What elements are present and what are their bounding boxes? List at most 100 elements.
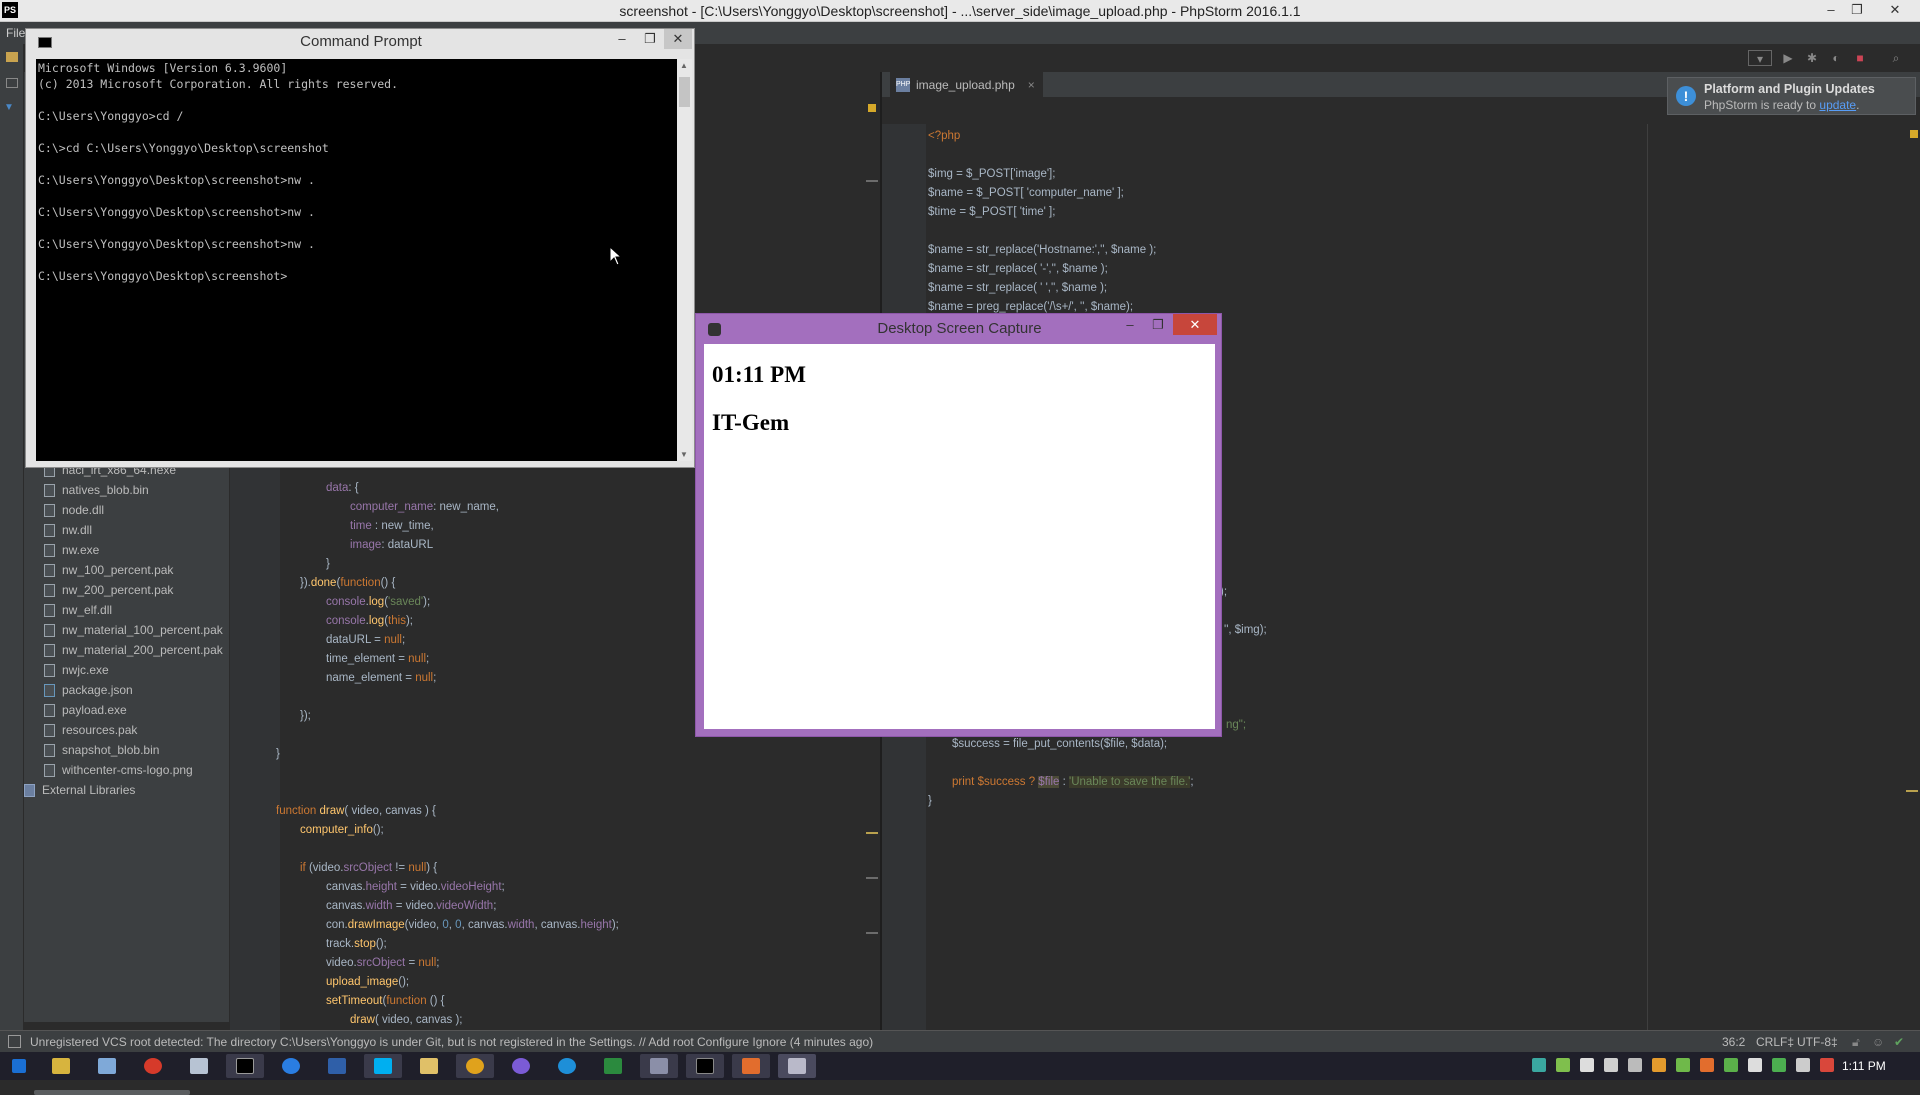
hector-icon[interactable]: ☺︎ <box>1872 1035 1884 1049</box>
marker[interactable] <box>866 877 878 879</box>
capture-maximize-button[interactable]: ❐ <box>1144 314 1172 335</box>
coverage-icon[interactable]: ◐ <box>1828 50 1844 66</box>
taskbar-app[interactable] <box>364 1054 402 1078</box>
update-notification[interactable]: ! Platform and Plugin Updates PhpStorm i… <box>1667 77 1916 115</box>
marker[interactable] <box>1906 790 1918 792</box>
capture-close-button[interactable]: ✕ <box>1173 314 1217 335</box>
caret-position[interactable]: 36:2 <box>1722 1035 1745 1049</box>
search-icon[interactable]: ⌕ <box>1888 50 1904 66</box>
run-icon[interactable]: ▶ <box>1780 50 1796 66</box>
list-item[interactable]: nw_200_percent.pak <box>24 580 230 600</box>
taskbar-app[interactable] <box>134 1054 172 1078</box>
tray-icon[interactable] <box>1652 1058 1666 1072</box>
scroll-down-icon[interactable]: ▼ <box>680 450 688 459</box>
minimize-button[interactable]: – <box>1818 0 1844 22</box>
taskbar-app[interactable] <box>548 1054 586 1078</box>
debug-icon[interactable]: ✱ <box>1804 50 1820 66</box>
desktop-screen-capture-window[interactable]: Desktop Screen Capture – ❐ ✕ 01:11 PM IT… <box>695 313 1222 737</box>
tray-icon[interactable] <box>1700 1058 1714 1072</box>
taskbar-app[interactable] <box>502 1054 540 1078</box>
update-link[interactable]: update <box>1819 98 1856 112</box>
tab-close-icon[interactable]: × <box>1028 72 1035 98</box>
taskbar-app[interactable] <box>180 1054 218 1078</box>
tray-icon[interactable] <box>1820 1058 1834 1072</box>
list-item[interactable]: package.json <box>24 680 230 700</box>
menu-file[interactable]: File <box>6 26 25 40</box>
code-line: computer_name: new_name, <box>350 501 499 513</box>
list-item[interactable]: withcenter-cms-logo.png <box>24 760 230 780</box>
file-icon <box>44 544 55 557</box>
list-item[interactable]: nwjc.exe <box>24 660 230 680</box>
stop-icon[interactable]: ■ <box>1852 50 1868 66</box>
tray-icon[interactable] <box>1556 1058 1570 1072</box>
list-item[interactable]: nw_elf.dll <box>24 600 230 620</box>
taskbar-cmd[interactable] <box>226 1054 264 1078</box>
taskbar-phpstorm[interactable] <box>686 1054 724 1078</box>
list-item[interactable]: payload.exe <box>24 700 230 720</box>
cmd-minimize-button[interactable]: – <box>608 29 636 49</box>
expand-arrow-icon[interactable]: ▼ <box>4 102 14 113</box>
list-item[interactable]: natives_blob.bin <box>24 480 230 500</box>
maximize-button[interactable]: ❐ <box>1844 0 1870 22</box>
notification-body: PhpStorm is ready to update. <box>1704 98 1860 112</box>
capture-minimize-button[interactable]: – <box>1116 314 1144 335</box>
warning-marker[interactable] <box>868 104 876 112</box>
taskbar-app[interactable] <box>410 1054 448 1078</box>
opera-icon <box>144 1058 162 1074</box>
tray-icon[interactable] <box>1772 1058 1786 1072</box>
taskbar-app[interactable] <box>640 1054 678 1078</box>
cmd-close-button[interactable]: ✕ <box>664 29 692 49</box>
tab-image-upload[interactable]: PHP image_upload.php × <box>890 72 1043 98</box>
tray-icon[interactable] <box>1532 1058 1546 1072</box>
run-config-dropdown-icon[interactable]: ▾ <box>1748 50 1772 66</box>
tray-icon[interactable] <box>1628 1058 1642 1072</box>
list-item[interactable]: nw.dll <box>24 520 230 540</box>
warning-marker[interactable] <box>1910 130 1918 138</box>
tray-icon[interactable] <box>1796 1058 1810 1072</box>
taskbar-app[interactable] <box>732 1054 770 1078</box>
volume-icon[interactable] <box>1748 1058 1762 1072</box>
list-item[interactable]: node.dll <box>24 500 230 520</box>
taskbar-app[interactable] <box>88 1054 126 1078</box>
start-button[interactable] <box>0 1054 38 1078</box>
lock-icon[interactable]: 🔓︎ <box>1852 1035 1860 1050</box>
horizontal-scrollbar[interactable] <box>34 1090 190 1095</box>
code-line: $success = file_put_contents($file, $dat… <box>952 738 1168 750</box>
structure-icon[interactable] <box>6 78 18 88</box>
event-log-icon[interactable]: ✔ <box>1894 1035 1904 1049</box>
list-item[interactable]: resources.pak <box>24 720 230 740</box>
scroll-thumb[interactable] <box>679 77 690 107</box>
project-folder-icon[interactable] <box>6 52 18 62</box>
line-separator[interactable]: CRLF‡ <box>1756 1035 1794 1049</box>
list-item[interactable]: nw.exe <box>24 540 230 560</box>
tray-icon[interactable] <box>1676 1058 1690 1072</box>
close-button[interactable]: ✕ <box>1882 0 1908 22</box>
network-icon[interactable] <box>1604 1058 1618 1072</box>
marker[interactable] <box>866 832 878 834</box>
tray-icon[interactable] <box>1580 1058 1594 1072</box>
taskbar-app[interactable] <box>272 1054 310 1078</box>
command-prompt-window[interactable]: Command Prompt – ❐ ✕ Microsoft Windows [… <box>25 28 695 468</box>
taskbar-app[interactable] <box>42 1054 80 1078</box>
scroll-up-icon[interactable]: ▲ <box>680 61 688 70</box>
taskbar-capture[interactable] <box>778 1054 816 1078</box>
code-line: draw( video, canvas ); <box>350 1014 463 1026</box>
cmd-scrollbar[interactable]: ▲ ▼ <box>677 59 692 461</box>
cmd-console[interactable]: Microsoft Windows [Version 6.3.9600] (c)… <box>36 59 677 461</box>
external-libraries-item[interactable]: External Libraries <box>24 780 230 800</box>
list-item[interactable]: nw_material_100_percent.pak <box>24 620 230 640</box>
status-message[interactable]: Unregistered VCS root detected: The dire… <box>30 1035 873 1049</box>
taskbar-app[interactable] <box>456 1054 494 1078</box>
list-item[interactable]: nw_100_percent.pak <box>24 560 230 580</box>
tool-windows-icon[interactable] <box>8 1035 21 1048</box>
marker[interactable] <box>866 180 878 182</box>
taskbar-app[interactable] <box>594 1054 632 1078</box>
cmd-maximize-button[interactable]: ❐ <box>636 29 664 49</box>
system-clock[interactable]: 1:11 PM <box>1842 1059 1886 1073</box>
file-encoding[interactable]: UTF-8‡ <box>1797 1035 1838 1049</box>
taskbar-app[interactable] <box>318 1054 356 1078</box>
list-item[interactable]: nw_material_200_percent.pak <box>24 640 230 660</box>
tray-icon[interactable] <box>1724 1058 1738 1072</box>
list-item[interactable]: snapshot_blob.bin <box>24 740 230 760</box>
marker[interactable] <box>866 932 878 934</box>
